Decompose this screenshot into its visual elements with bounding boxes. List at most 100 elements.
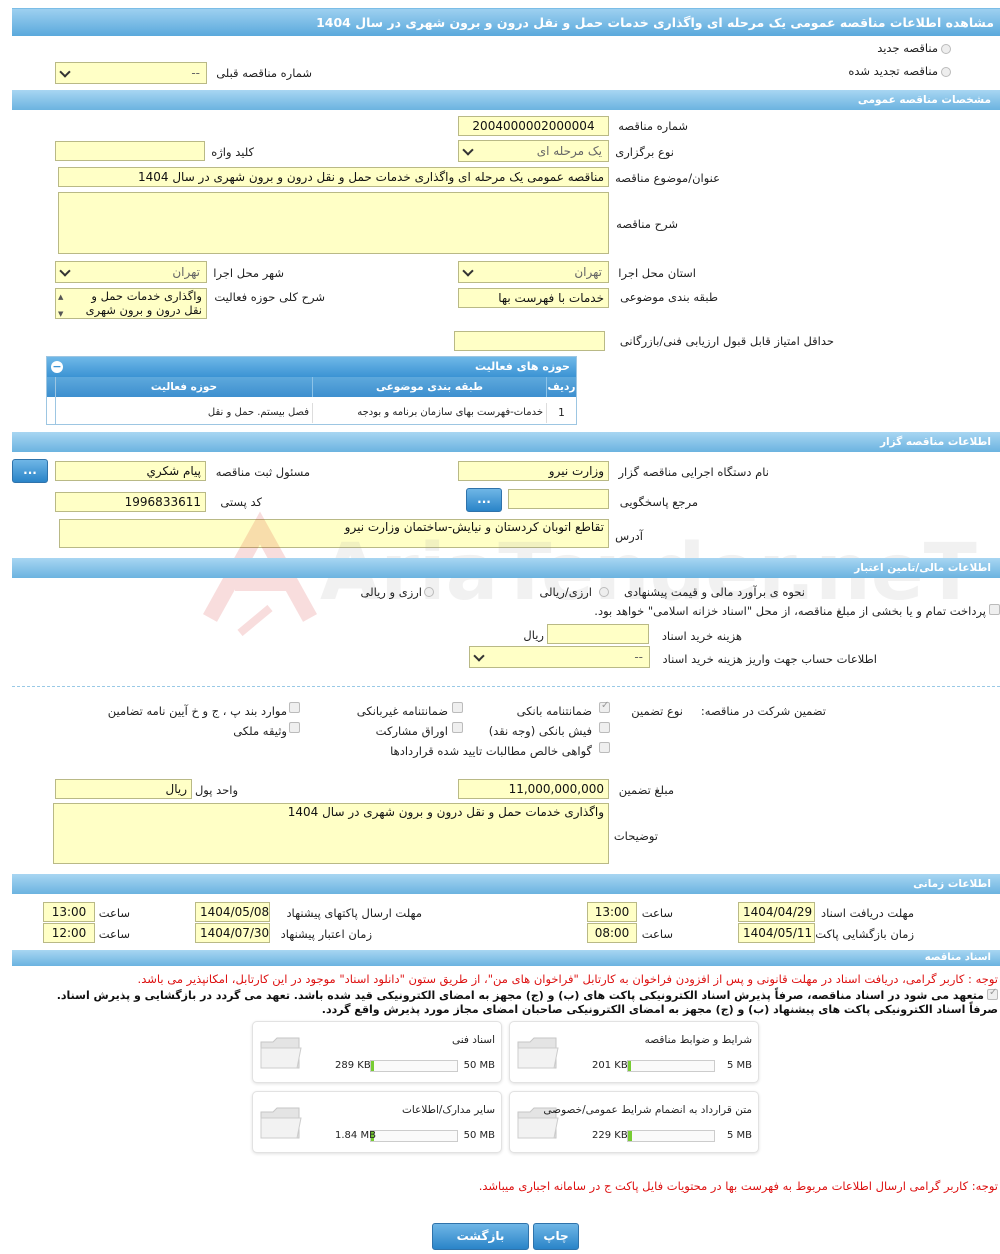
radio-rial[interactable] [599, 587, 609, 597]
doc-file-card[interactable]: سایر مدارک/اطلاعات 50 MB 1.84 MB [252, 1091, 502, 1153]
doc-fee-field[interactable] [547, 624, 649, 644]
city-select[interactable]: تهران [55, 261, 207, 283]
send-date-field[interactable]: 1404/05/08 [195, 902, 270, 922]
doc-file-name: سایر مدارک/اطلاعات [402, 1104, 495, 1116]
radio-renewed-tender[interactable] [941, 67, 951, 77]
holding-type-select[interactable]: یک مرحله ای [458, 140, 609, 162]
doc-file-name: متن قرارداد به انضمام شرایط عمومی/خصوصی [543, 1104, 752, 1116]
receive-time-field[interactable]: 13:00 [587, 902, 637, 922]
section-general-header: مشخصات مناقصه عمومی [12, 90, 1000, 110]
guarantee-clauses-checkbox[interactable] [289, 702, 300, 713]
send-deadline-label: مهلت ارسال پاکتهای پیشنهاد [286, 906, 422, 920]
responder-label: مرجع پاسخگویی [619, 495, 698, 509]
doc-file-card[interactable]: شرایط و ضوابط مناقصه 5 MB 201 KB [509, 1021, 759, 1083]
doc-file-size: 201 KB [592, 1060, 628, 1071]
registrar-label: مسئول ثبت مناقصه [215, 465, 310, 479]
guarantee-receivables-checkbox[interactable] [599, 742, 610, 753]
scroll-up-icon[interactable]: ▲ [58, 290, 63, 304]
commitment-text-2: صرفاً اسناد الکترونیکی پاکت های پیشنهاد … [321, 1003, 998, 1016]
estimate-label: نحوه ی برآورد مالی و قیمت پیشنهادی [623, 585, 805, 599]
activity-desc-field[interactable]: واگذاری خدمات حمل و نقل درون و برون شهری… [55, 288, 207, 319]
doc-file-progress [627, 1060, 715, 1072]
guarantee-cash-checkbox[interactable] [599, 722, 610, 733]
guarantee-property-label: وثیقه ملکی [233, 724, 287, 738]
col-activity: حوزه فعالیت [150, 381, 218, 393]
guarantee-bonds-checkbox[interactable] [452, 722, 463, 733]
prev-tender-value: -- [191, 66, 200, 80]
validity-date-field[interactable]: 1404/07/30 [195, 923, 270, 943]
subject-field[interactable]: مناقصه عمومی یک مرحله ای واگذاری خدمات ح… [58, 167, 609, 187]
receive-deadline-label: مهلت دریافت اسناد [821, 906, 914, 920]
doc-fee-unit: ریال [523, 628, 544, 642]
notes-label: توضیحات [613, 829, 658, 843]
commitment-text-1: متعهد می شود در اسناد مناقصه، صرفاً پذیر… [56, 989, 984, 1002]
min-score-field[interactable] [454, 331, 605, 351]
receive-date-field[interactable]: 1404/04/29 [738, 902, 815, 922]
doc-file-progress [370, 1060, 458, 1072]
treasury-checkbox[interactable] [989, 604, 1000, 615]
holding-type-value: یک مرحله ای [536, 144, 602, 158]
city-label: شهر محل اجرا [213, 266, 284, 280]
folder-icon [260, 1107, 302, 1139]
doc-file-progress-fill [628, 1061, 631, 1071]
chevron-down-icon [60, 68, 69, 77]
page-title: مشاهده اطلاعات مناقصه عمومی یک مرحله ای … [12, 8, 1000, 36]
opening-date-field[interactable]: 1404/05/11 [738, 923, 815, 943]
prev-tender-label: شماره مناقصه قبلی [216, 66, 312, 80]
radio-fx-rial[interactable] [424, 587, 434, 597]
doc-file-card[interactable]: متن قرارداد به انضمام شرایط عمومی/خصوصی 5… [509, 1091, 759, 1153]
guarantee-amount-label: مبلغ تضمین [618, 783, 674, 797]
province-select[interactable]: تهران [458, 261, 609, 283]
table-row[interactable]: 1 خدمات-فهرست بهای سازمان برنامه و بودجه… [47, 403, 576, 423]
cell-row-number: 1 [546, 403, 576, 423]
section-docs-header: اسناد مناقصه [12, 950, 1000, 966]
send-time-field[interactable]: 13:00 [43, 902, 95, 922]
tender-number-field[interactable]: 2004000002000004 [458, 116, 609, 136]
col-row-number: ردیف [546, 377, 576, 397]
scroll-down-icon[interactable]: ▼ [58, 307, 63, 318]
commitment-checkbox[interactable] [987, 987, 998, 1000]
responder-lookup-button[interactable]: ... [466, 488, 502, 512]
guarantee-type-label: نوع تضمین [631, 704, 683, 718]
account-value: -- [634, 650, 643, 664]
address-field[interactable]: تقاطع اتوبان کردستان و نیایش-ساختمان وزا… [59, 519, 609, 548]
validity-label: زمان اعتبار پیشنهاد [280, 927, 372, 941]
chevron-down-icon [463, 267, 472, 276]
collapse-icon[interactable]: − [51, 361, 63, 373]
prev-tender-select[interactable]: -- [55, 62, 207, 84]
registrar-field[interactable]: پیام شکري [55, 461, 206, 481]
doc-file-progress [370, 1130, 458, 1142]
folder-icon [260, 1037, 302, 1069]
doc-file-name: شرایط و ضوابط مناقصه [644, 1034, 752, 1046]
responder-field[interactable] [508, 489, 609, 509]
guarantee-amount-field[interactable]: 11,000,000,000 [458, 779, 609, 799]
doc-files-area: شرایط و ضوابط مناقصه 5 MB 201 KB اسناد فنی 5… [0, 0, 1000, 1254]
table-left-border [55, 377, 56, 424]
validity-time-field[interactable]: 12:00 [43, 923, 95, 943]
guarantee-bank-checkbox[interactable] [599, 700, 610, 713]
guarantee-property-checkbox[interactable] [289, 722, 300, 733]
notes-field[interactable]: واگذاری خدمات حمل و نقل درون و برون شهری… [53, 803, 609, 864]
category-field[interactable]: خدمات با فهرست بها [458, 288, 609, 308]
back-button[interactable]: بازگشت [432, 1223, 529, 1250]
opening-time-field[interactable]: 08:00 [587, 923, 637, 943]
min-score-label: حداقل امتیاز قابل قبول ارزیابی فنی/بازرگ… [619, 334, 834, 348]
print-button[interactable]: چاپ [533, 1223, 579, 1250]
doc-file-size: 1.84 MB [335, 1130, 376, 1141]
keyword-field[interactable] [55, 141, 205, 161]
postal-field[interactable]: 1996833611 [55, 492, 206, 512]
radio-new-tender[interactable] [941, 44, 951, 54]
description-field[interactable] [58, 192, 609, 254]
chevron-down-icon [474, 652, 483, 661]
guarantee-nonbank-checkbox[interactable] [452, 702, 463, 713]
doc-file-max: 50 MB [463, 1060, 495, 1071]
send-time-label: ساعت [98, 906, 130, 920]
org-name-field[interactable]: وزارت نیرو [458, 461, 609, 481]
doc-file-max: 50 MB [463, 1130, 495, 1141]
validity-time-label: ساعت [98, 927, 130, 941]
doc-file-card[interactable]: اسناد فنی 50 MB 289 KB [252, 1021, 502, 1083]
registrar-lookup-button[interactable]: ... [12, 459, 48, 483]
guarantee-nonbank-label: ضمانتنامه غیربانکی [356, 704, 448, 718]
currency-unit-field[interactable]: ریال [55, 779, 192, 799]
account-select[interactable]: -- [469, 646, 650, 668]
